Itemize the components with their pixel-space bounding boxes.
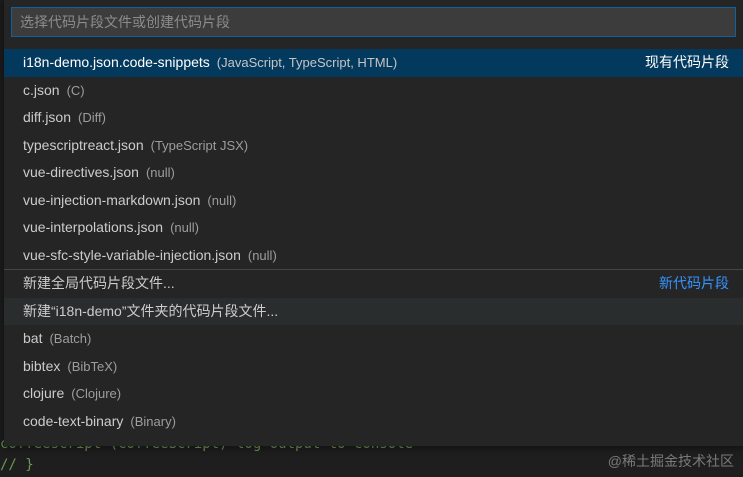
list-item[interactable]: vue-sfc-style-variable-injection.json (nu… <box>4 242 743 270</box>
list-item[interactable]: c.json (C) <box>4 77 743 105</box>
list-item[interactable]: bat (Batch) <box>4 325 743 353</box>
watermark: @稀土掘金技术社区 <box>607 453 734 469</box>
item-description: (C) <box>66 82 85 98</box>
quick-pick-list: i18n-demo.json.code-snippets (JavaScript,… <box>4 49 743 435</box>
editor-line: // } <box>0 457 34 473</box>
new-folder-snippets-item[interactable]: 新建“i18n-demo”文件夹的代码片段文件... <box>4 297 743 325</box>
list-item[interactable]: vue-interpolations.json (null) <box>4 214 743 242</box>
search-input[interactable] <box>12 8 735 36</box>
list-item[interactable]: clojure (Clojure) <box>4 380 743 408</box>
list-item[interactable]: typescriptreact.json (TypeScript JSX) <box>4 132 743 160</box>
item-description: (Binary) <box>130 413 176 429</box>
item-description: (null) <box>207 192 237 208</box>
item-description: (BibTeX) <box>67 358 118 374</box>
item-description: (TypeScript JSX) <box>150 137 249 153</box>
item-label: 新建“i18n-demo”文件夹的代码片段文件... <box>23 302 279 319</box>
item-label: diff.json <box>23 109 71 125</box>
list-item[interactable]: i18n-demo.json.code-snippets (JavaScript,… <box>4 49 743 77</box>
item-description: (Diff) <box>78 110 106 125</box>
group-label-new: 新代码片段 <box>659 275 729 291</box>
item-label: vue-interpolations.json <box>23 219 164 235</box>
item-description: (null) <box>247 247 277 263</box>
item-label: vue-sfc-style-variable-injection.json <box>23 246 241 263</box>
new-global-snippets-item[interactable]: 新建全局代码片段文件... 新代码片段 <box>4 270 743 298</box>
list-item[interactable]: code-text-binary (Binary) <box>4 408 743 436</box>
list-item[interactable]: diff.json (Diff) <box>4 104 743 132</box>
item-description: (Batch) <box>49 331 92 346</box>
item-label: i18n-demo.json.code-snippets <box>23 54 210 70</box>
item-description: (JavaScript, TypeScript, HTML) <box>216 55 398 70</box>
item-label: clojure <box>23 385 65 401</box>
list-item[interactable]: bibtex (BibTeX) <box>4 353 743 381</box>
item-description: (null) <box>145 165 175 180</box>
item-label: vue-directives.json <box>23 164 139 180</box>
search-box <box>11 7 736 37</box>
item-label: bibtex <box>23 357 61 374</box>
snippet-quick-pick: i18n-demo.json.code-snippets (JavaScript,… <box>4 0 743 446</box>
item-label: vue-injection-markdown.json <box>23 191 201 208</box>
item-label: c.json <box>23 81 60 98</box>
group-label-existing: 现有代码片段 <box>645 54 729 70</box>
item-description: (Clojure) <box>71 386 122 401</box>
item-label: 新建全局代码片段文件... <box>23 275 175 291</box>
item-label: code-text-binary <box>23 412 124 429</box>
list-item[interactable]: vue-directives.json (null) <box>4 159 743 187</box>
list-item[interactable]: vue-injection-markdown.json (null) <box>4 187 743 215</box>
item-label: bat <box>23 330 43 346</box>
item-label: typescriptreact.json <box>23 136 144 153</box>
item-description: (null) <box>170 220 199 235</box>
